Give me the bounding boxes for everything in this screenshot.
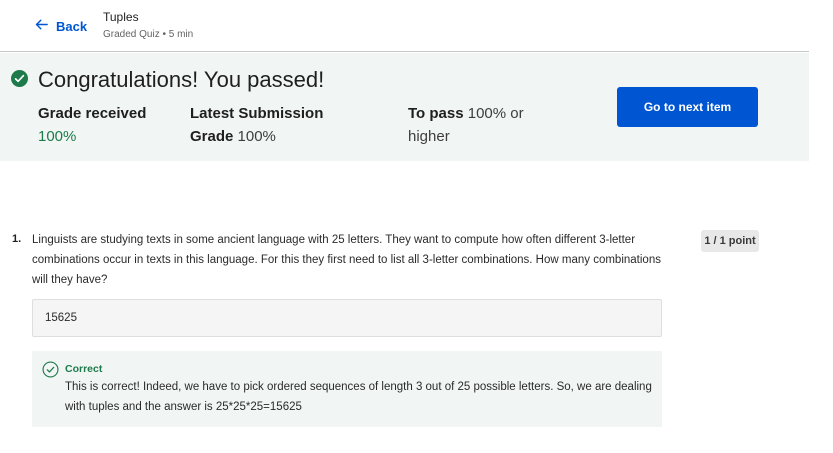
back-button[interactable]: Back bbox=[33, 16, 87, 36]
check-circle-icon bbox=[11, 70, 28, 87]
question-text: Linguists are studying texts in some anc… bbox=[32, 234, 661, 286]
grade-received: Grade received 100% bbox=[38, 102, 158, 148]
back-label: Back bbox=[56, 18, 88, 34]
feedback-text: This is correct! Indeed, we have to pick… bbox=[65, 381, 652, 413]
arrow-left-icon bbox=[33, 16, 50, 36]
points-badge: 1 / 1 point bbox=[701, 230, 759, 252]
quiz-meta: Graded Quiz • 5 min bbox=[103, 29, 194, 40]
check-circle-outline-icon bbox=[42, 361, 59, 378]
page-title: Tuples bbox=[103, 10, 139, 24]
feedback-status: Correct bbox=[65, 363, 103, 375]
question-number: 1. bbox=[12, 233, 22, 245]
top-bar: Back Tuples Graded Quiz • 5 min bbox=[0, 0, 809, 52]
feedback-panel: Correct This is correct! Indeed, we have… bbox=[32, 351, 662, 427]
latest-submission-grade: Latest Submission Grade 100% bbox=[190, 102, 340, 148]
go-to-next-item-button[interactable]: Go to next item bbox=[617, 87, 758, 127]
latest-submission-value: 100% bbox=[237, 128, 276, 145]
answer-field: 15625 bbox=[32, 299, 662, 337]
pass-threshold: To pass 100% or higher bbox=[408, 102, 548, 148]
grade-received-value: 100% bbox=[38, 128, 77, 145]
grade-received-label: Grade received bbox=[38, 105, 147, 122]
to-pass-label: To pass bbox=[408, 105, 464, 122]
result-banner: Congratulations! You passed! Grade recei… bbox=[0, 53, 809, 161]
answer-value: 15625 bbox=[45, 312, 77, 324]
result-heading: Congratulations! You passed! bbox=[38, 67, 325, 92]
